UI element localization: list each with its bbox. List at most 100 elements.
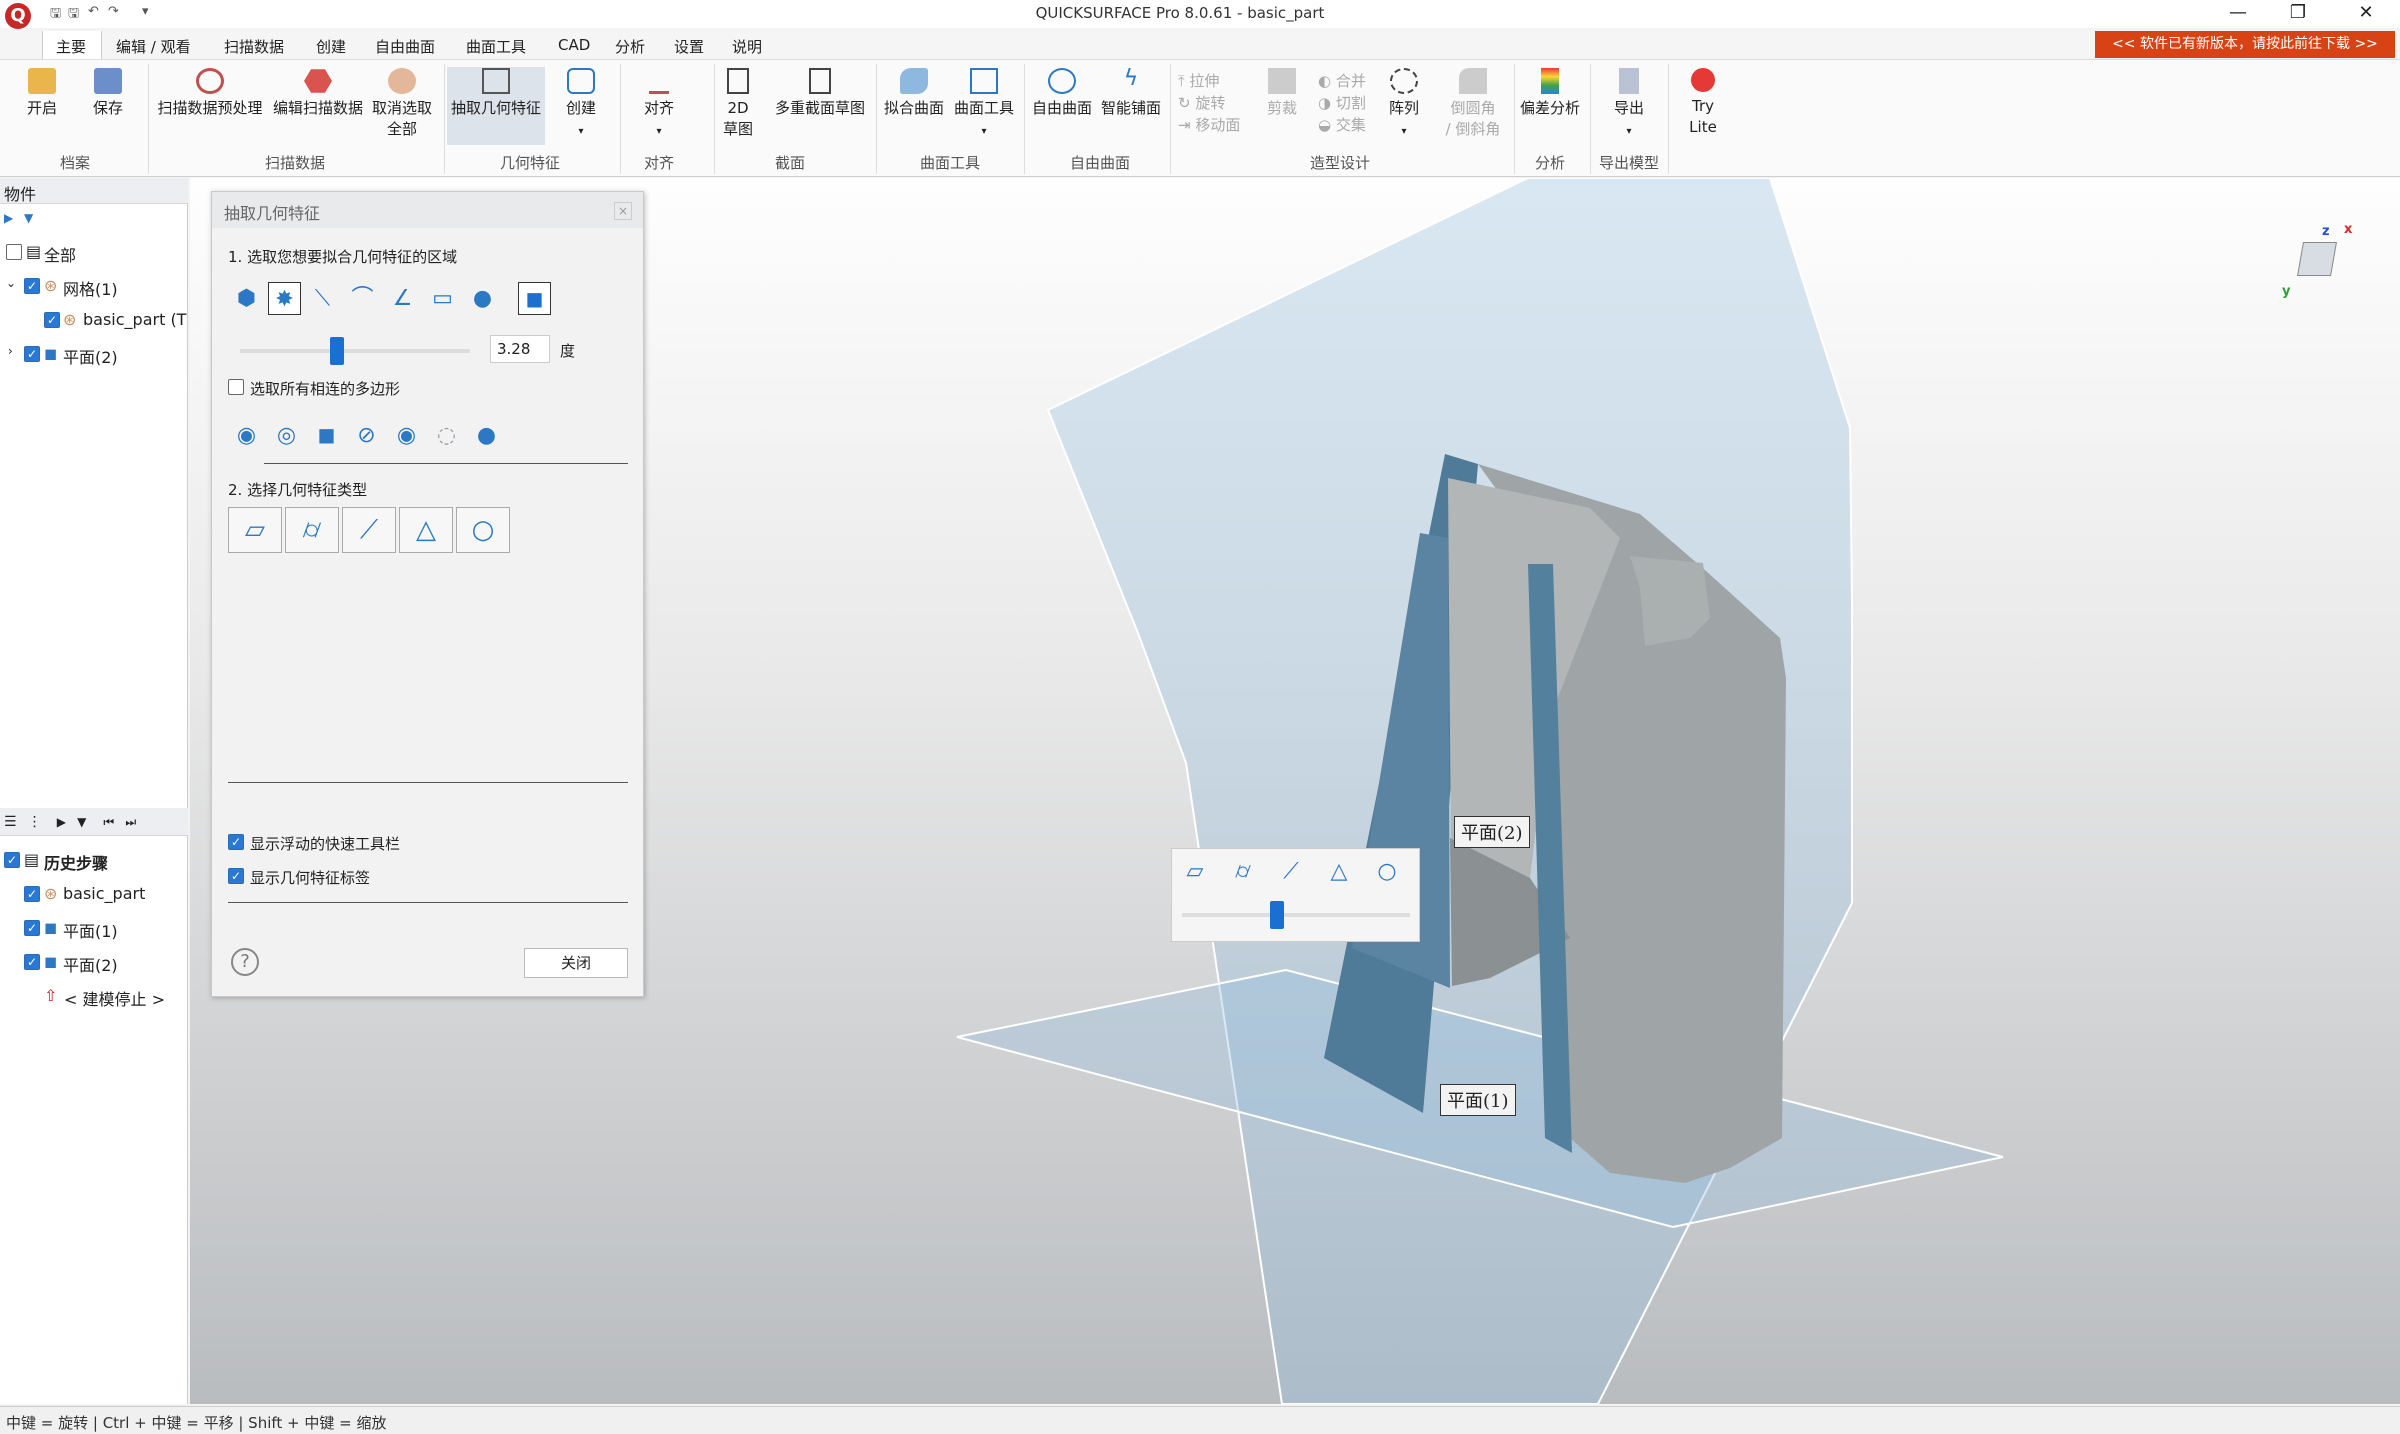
tab-freeform[interactable]: 自由曲面	[375, 36, 435, 57]
checkbox-plane[interactable]: ✓	[24, 346, 40, 362]
intersect-button[interactable]: ◒ 交集	[1318, 114, 1366, 135]
close-button[interactable]: 关闭	[524, 948, 628, 978]
open-button[interactable]: 开启	[18, 68, 66, 119]
show-toolbar-checkbox[interactable]: ✓	[228, 834, 244, 850]
float-slider-track[interactable]	[1182, 913, 1410, 917]
help-icon[interactable]: ?	[231, 948, 259, 976]
tab-create[interactable]: 创建	[316, 36, 346, 57]
multi-section-sketch-button[interactable]: 多重截面草图	[770, 68, 870, 119]
shrink-selection-icon[interactable]: ◎	[270, 419, 303, 452]
surface-tools-button[interactable]: 曲面工具 ▾	[950, 68, 1018, 142]
history-item[interactable]: 平面(2)	[63, 952, 118, 976]
fillet-chamfer-button[interactable]: 倒圆角 / 倒斜角	[1438, 68, 1508, 140]
checkbox-all[interactable]	[6, 244, 22, 260]
tree-item-plane[interactable]: 平面(2)	[63, 344, 118, 368]
edit-scan-button[interactable]: 编辑扫描数据	[268, 68, 368, 119]
checkbox-part[interactable]: ✓	[44, 312, 60, 328]
scan-preprocess-button[interactable]: 扫描数据预处理	[152, 68, 268, 119]
align-button[interactable]: 对齐 ▾	[630, 68, 688, 142]
deselect-all-button[interactable]: 取消选取 全部	[368, 68, 436, 140]
deviation-analysis-button[interactable]: 偏差分析	[1516, 68, 1584, 119]
tree-item-all[interactable]: 全部	[44, 242, 76, 266]
skip-end-icon[interactable]: ⏭	[125, 815, 136, 829]
select-all-icon[interactable]: ●	[470, 419, 503, 452]
tab-edit-view[interactable]: 编辑 / 观看	[116, 36, 191, 57]
cone-shape-icon[interactable]: △	[1324, 857, 1354, 887]
plane-shape-icon[interactable]: ▱	[1180, 857, 1210, 887]
tab-surface-tools[interactable]: 曲面工具	[466, 36, 526, 57]
angle-input[interactable]: 3.28	[490, 335, 550, 363]
export-button[interactable]: 导出 ▾	[1596, 68, 1662, 142]
axis-triad[interactable]: z x y	[2280, 222, 2352, 299]
tab-help[interactable]: 说明	[732, 36, 762, 57]
hide-icon[interactable]: ⊘	[350, 419, 383, 452]
cylinder-shape-icon[interactable]: ⌭	[1228, 857, 1258, 887]
dialog-close-icon[interactable]: ×	[614, 202, 632, 220]
pattern-button[interactable]: 阵列 ▾	[1384, 68, 1424, 142]
plane-1-label[interactable]: 平面(1)	[1440, 1084, 1516, 1116]
tab-main[interactable]: 主要	[56, 36, 86, 57]
freeform-button[interactable]: 自由曲面	[1028, 68, 1096, 119]
line-type-button[interactable]: ⟋	[342, 507, 396, 553]
fit-surface-button[interactable]: 拟合曲面	[880, 68, 948, 119]
list-view-icon[interactable]: ☰	[4, 814, 17, 830]
clear-selection-icon[interactable]: ◌	[430, 419, 463, 452]
rect-select-icon[interactable]: ▭	[426, 282, 459, 315]
eye-icon[interactable]: ◉	[390, 419, 423, 452]
history-stop[interactable]: < 建模停止 >	[64, 986, 165, 1010]
show-labels-checkbox[interactable]: ✓	[228, 868, 244, 884]
cylinder-type-button[interactable]: ⌭	[285, 507, 339, 553]
checkbox-history-part[interactable]: ✓	[24, 886, 40, 902]
angle-slider-track[interactable]	[240, 349, 470, 353]
lasso-icon[interactable]: ⌒	[346, 282, 379, 315]
chevron-right-icon[interactable]: ›	[8, 344, 13, 358]
create-button[interactable]: 创建 ▾	[556, 68, 606, 142]
tab-analysis[interactable]: 分析	[615, 36, 645, 57]
grow-selection-icon[interactable]: ◉	[230, 419, 263, 452]
angle-select-icon[interactable]: ∠	[386, 282, 419, 315]
sphere-type-button[interactable]: ○	[456, 507, 510, 553]
sphere-select-icon[interactable]: ●	[466, 282, 499, 315]
extract-features-button[interactable]: 抽取几何特征	[448, 68, 544, 119]
smart-select-icon[interactable]: ◼	[518, 282, 551, 315]
history-item[interactable]: 平面(1)	[63, 918, 118, 942]
angle-slider-thumb[interactable]	[330, 337, 344, 365]
extrude-button[interactable]: ⤒ 拉伸	[1178, 70, 1219, 91]
line-shape-icon[interactable]: ⟋	[1276, 857, 1306, 887]
paint-brush-icon[interactable]: ⟍	[306, 282, 339, 315]
move-face-button[interactable]: ⇥ 移动面	[1178, 114, 1240, 135]
plane-type-button[interactable]: ▱	[228, 507, 282, 553]
restore-icon[interactable]: ❐	[2278, 2, 2318, 23]
cut-button[interactable]: ◑ 切割	[1318, 92, 1366, 113]
history-root[interactable]: 历史步骤	[44, 850, 108, 874]
select-all-connected-checkbox[interactable]	[228, 379, 244, 395]
fill-holes-icon[interactable]: ◼	[310, 419, 343, 452]
checkbox-history[interactable]: ✓	[4, 852, 20, 868]
revolve-button[interactable]: ↻ 旋转	[1178, 92, 1225, 113]
merge-button[interactable]: ◐ 合并	[1318, 70, 1366, 91]
minimize-icon[interactable]: —	[2218, 2, 2258, 23]
tree-item-mesh[interactable]: 网格(1)	[63, 276, 118, 300]
tree-view-icon[interactable]: ⋮	[28, 814, 42, 830]
checkbox-history-plane2[interactable]: ✓	[24, 954, 40, 970]
play-icon[interactable]: ▶	[57, 815, 66, 829]
float-slider-thumb[interactable]	[1270, 901, 1284, 929]
select-cube-icon[interactable]: ⬢	[230, 282, 263, 315]
expand-all-icon[interactable]: ▶	[4, 211, 13, 225]
close-window-icon[interactable]: ✕	[2346, 2, 2386, 23]
smart-pave-button[interactable]: ϟ 智能铺面	[1096, 68, 1166, 119]
tab-scan-data[interactable]: 扫描数据	[224, 36, 284, 57]
update-banner[interactable]: << 软件已有新版本，请按此前往下载 >>	[2095, 31, 2395, 58]
tab-settings[interactable]: 设置	[674, 36, 704, 57]
checkbox-history-plane1[interactable]: ✓	[24, 920, 40, 936]
sketch-2d-button[interactable]: 2D 草图	[718, 68, 758, 140]
checkbox-mesh[interactable]: ✓	[24, 278, 40, 294]
history-item[interactable]: basic_part	[63, 884, 145, 903]
brush-select-icon[interactable]: ✸	[268, 282, 301, 315]
tab-cad[interactable]: CAD	[558, 36, 590, 54]
try-lite-button[interactable]: Try Lite	[1672, 68, 1734, 138]
skip-start-icon[interactable]: ⏮	[103, 815, 114, 829]
filter-icon[interactable]: ▼	[77, 815, 86, 829]
cone-type-button[interactable]: △	[399, 507, 453, 553]
filter-icon[interactable]: ▼	[24, 211, 33, 225]
